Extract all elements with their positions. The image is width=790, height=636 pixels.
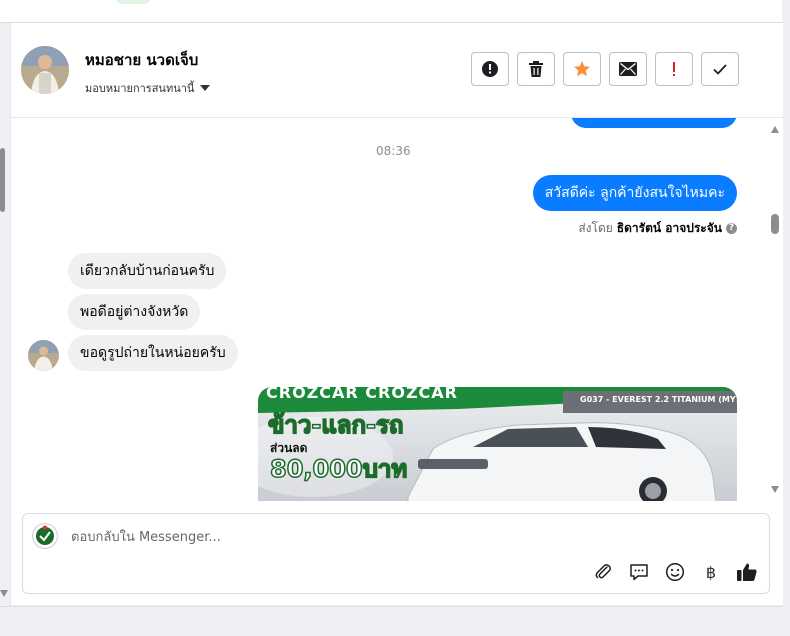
reply-input[interactable] <box>69 524 673 550</box>
previous-outgoing-bubble[interactable] <box>571 118 737 128</box>
exclamation-icon <box>673 62 675 76</box>
conversation-actions <box>471 52 739 86</box>
assign-label: มอบหมายการสนทนานี้ <box>85 82 195 95</box>
incoming-message-bubble[interactable]: ขอดูรูปถ่ายในหน่อยครับ <box>68 335 238 371</box>
message-timestamp: 08:36 <box>376 144 411 158</box>
contact-name[interactable]: หมอชาย นวดเจ็บ <box>85 48 198 72</box>
left-scroll-down-icon[interactable] <box>0 590 8 597</box>
sent-by-name: ธิดารัตน์ อาจประจัน <box>616 221 722 235</box>
info-icon[interactable]: ? <box>726 223 737 234</box>
left-scrollbar-thumb[interactable] <box>0 148 5 212</box>
scroll-up-icon[interactable] <box>771 126 779 133</box>
report-spam-button[interactable] <box>471 52 509 86</box>
bottom-bar <box>0 606 782 636</box>
incoming-message-bubble[interactable]: เดียวกลับบ้านก่อนครับ <box>68 253 227 289</box>
baht-icon: ฿ <box>705 562 717 582</box>
thread-scrollbar-thumb[interactable] <box>771 214 779 234</box>
contact-small-avatar <box>28 340 59 371</box>
delete-button[interactable] <box>517 52 555 86</box>
top-tab-remnant <box>116 0 150 4</box>
contact-avatar[interactable] <box>21 46 69 94</box>
car-banner-text: CROZCAR CROZCAR <box>266 387 458 402</box>
star-icon <box>574 61 590 77</box>
attach-button[interactable] <box>591 560 615 584</box>
envelope-icon <box>619 62 637 76</box>
trash-icon <box>529 61 543 77</box>
car-promo-image[interactable]: CROZCAR CROZCAR ข้าว-แลก-รถ ส่วนลด 80,00… <box>258 387 737 501</box>
composer-tools: ฿ <box>591 560 759 584</box>
left-scrollbar[interactable] <box>0 120 8 600</box>
sent-by-prefix: ส่งโดย <box>578 221 613 235</box>
scroll-down-icon[interactable] <box>771 486 779 493</box>
saved-replies-button[interactable] <box>627 560 651 584</box>
paperclip-icon <box>595 564 611 579</box>
page-logo <box>32 523 58 549</box>
check-icon <box>713 64 727 75</box>
exclamation-circle-icon <box>482 61 498 77</box>
chat-bubble-icon <box>630 564 648 581</box>
emoji-button[interactable] <box>663 560 687 584</box>
message-thread[interactable]: 08:36 สวัสดีค่ะ ลูกค้ายังสนใจไหมคะ ส่งโด… <box>11 118 783 501</box>
like-button[interactable] <box>735 560 759 584</box>
mark-unread-button[interactable] <box>609 52 647 86</box>
reply-composer: ฿ <box>22 513 770 594</box>
assign-conversation-dropdown[interactable]: มอบหมายการสนทนานี้ <box>85 79 211 97</box>
caret-down-icon <box>200 85 211 91</box>
sent-by-label: ส่งโดย ธิดารัตน์ อาจประจัน ? <box>578 219 737 238</box>
car-model-code: G037 - EVEREST 2.2 TITANIUM (MY15) AT <box>580 395 737 404</box>
payment-button[interactable]: ฿ <box>699 560 723 584</box>
smiley-icon <box>665 562 685 582</box>
thumbs-up-icon <box>737 563 757 581</box>
follow-up-button[interactable] <box>655 52 693 86</box>
inbox-app: หมอชาย นวดเจ็บ มอบหมายการสนทนานี้ 08:36 … <box>0 0 790 636</box>
star-button[interactable] <box>563 52 601 86</box>
outgoing-message-bubble[interactable]: สวัสดีค่ะ ลูกค้ายังสนใจไหมคะ <box>532 175 737 211</box>
top-strip <box>0 0 782 23</box>
promo-discount-amount: 80,000บาท <box>269 454 408 484</box>
conversation-panel: หมอชาย นวดเจ็บ มอบหมายการสนทนานี้ 08:36 … <box>10 23 783 605</box>
mark-done-button[interactable] <box>701 52 739 86</box>
incoming-message-bubble[interactable]: พอดีอยู่ต่างจังหวัด <box>68 294 201 330</box>
thread-scrollbar[interactable] <box>768 118 783 501</box>
conversation-header: หมอชาย นวดเจ็บ มอบหมายการสนทนานี้ <box>11 23 783 118</box>
